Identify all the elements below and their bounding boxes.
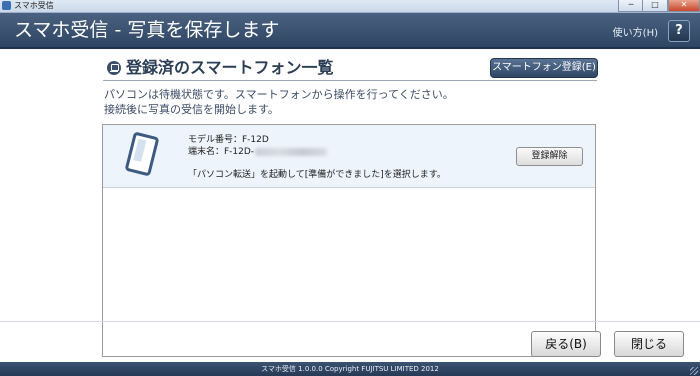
main-content: 登録済のスマートフォン一覧 スマートフォン登録(E) パソコンは待機状態です。ス… [0, 49, 700, 357]
laptop-icon [107, 61, 121, 75]
status-message: パソコンは待機状態です。スマートフォンから操作を行ってください。 [104, 88, 454, 101]
help-link[interactable]: 使い方(H) [613, 24, 658, 39]
window-titlebar: スマホ受信 ─ □ ✕ [0, 0, 700, 13]
copyright-text: スマホ受信 1.0.0.0 Copyright FUJITSU LIMITED … [261, 365, 439, 373]
bottom-divider [0, 321, 700, 322]
device-terminal-prefix: 端末名：F-12D- [188, 147, 255, 157]
footer: スマホ受信 1.0.0.0 Copyright FUJITSU LIMITED … [0, 362, 700, 376]
page-title: スマホ受信 - 写真を保存します [14, 19, 280, 41]
maximize-button[interactable]: □ [642, 0, 668, 12]
window-close-button[interactable]: ✕ [668, 0, 700, 12]
minimize-button[interactable]: ─ [618, 0, 644, 12]
status-message-detail: 接続後に写真の受信を開始します。 [104, 103, 279, 116]
section-divider [103, 80, 597, 81]
smartphone-icon [124, 131, 160, 177]
app-header: スマホ受信 - 写真を保存します 使い方(H) ? [0, 13, 700, 49]
back-button[interactable]: 戻る(B) [531, 331, 601, 357]
close-button[interactable]: 閉じる [614, 331, 684, 357]
register-smartphone-button[interactable]: スマートフォン登録(E) [490, 58, 598, 78]
resize-grip-icon[interactable] [690, 367, 698, 375]
device-model: モデル番号：F-12D [188, 135, 269, 145]
device-list[interactable]: モデル番号：F-12D 端末名：F-12D- 「パソコン転送」を起動して[準備が… [102, 124, 596, 357]
section-title: 登録済のスマートフォン一覧 [126, 58, 334, 77]
unregister-button[interactable]: 登録解除 [516, 147, 583, 166]
device-instruction: 「パソコン転送」を起動して[準備ができました]を選択します。 [188, 170, 446, 180]
redacted-serial [255, 147, 328, 156]
app-icon [2, 1, 11, 10]
device-terminal-name: 端末名：F-12D- [188, 146, 328, 158]
device-list-item[interactable]: モデル番号：F-12D 端末名：F-12D- 「パソコン転送」を起動して[準備が… [103, 125, 595, 188]
help-button[interactable]: ? [668, 20, 690, 42]
window-title: スマホ受信 [14, 1, 54, 10]
